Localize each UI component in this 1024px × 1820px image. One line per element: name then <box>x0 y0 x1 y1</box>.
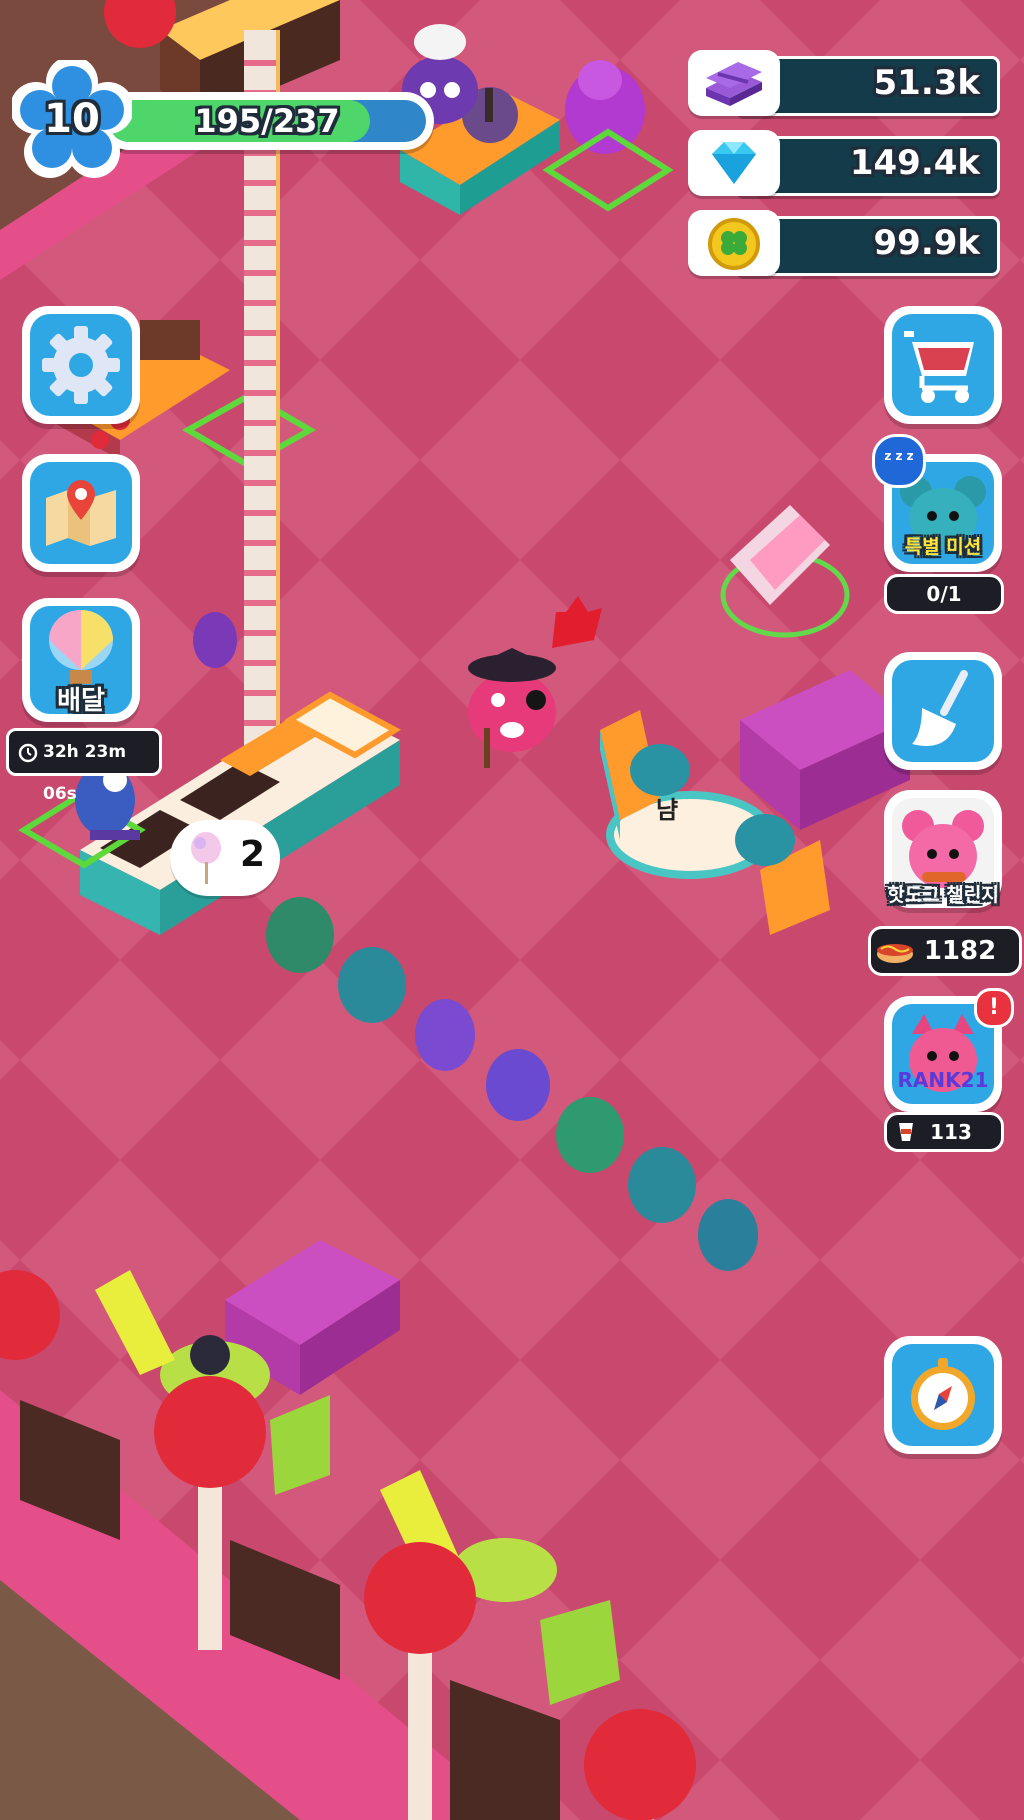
gem-value: 149.4k <box>849 143 980 183</box>
delivery-timer: 32h 23m 06s <box>6 728 162 804</box>
map-pin-icon <box>46 480 116 546</box>
alert-icon: ! <box>988 995 1000 1020</box>
compass-button[interactable] <box>884 1336 1002 1454</box>
broom-icon <box>912 670 968 746</box>
clover-coin-icon <box>708 218 760 270</box>
special-mission-progress: 0/1 <box>884 574 1004 614</box>
xp-text: 195/237 <box>194 102 340 140</box>
cash-counter[interactable]: 51.3k <box>688 50 1000 116</box>
seat-tag: 냠 <box>656 796 679 824</box>
hotdog-counter: 1182 <box>868 926 1022 976</box>
gem-counter[interactable]: 149.4k <box>688 130 1000 196</box>
hotdog-icon <box>877 944 913 963</box>
rank-label: RANK21 <box>897 1068 989 1092</box>
order-count: 2 <box>240 834 266 875</box>
alert-badge: ! <box>974 988 1014 1028</box>
clover-counter[interactable]: 99.9k <box>688 210 1000 276</box>
sleep-icon: z z z <box>884 449 914 463</box>
level-badge: 10 <box>12 60 132 180</box>
rank-counter: 113 <box>884 1112 1004 1152</box>
sleep-badge: z z z <box>872 434 926 488</box>
cash-stack-icon <box>706 62 762 106</box>
level-number: 10 <box>44 96 100 142</box>
special-mission-label: 특별 미션 <box>904 536 982 558</box>
cup-icon <box>899 1123 913 1141</box>
customer-purple-left <box>193 612 237 668</box>
hotdog-count-text: 1182 <box>923 936 997 966</box>
alarm-clock-icon <box>18 743 38 763</box>
hotdog-challenge-label: 핫도그 챌린지 <box>887 884 999 906</box>
delivery-label: 배달 <box>57 686 105 714</box>
clean-button[interactable] <box>884 652 1002 770</box>
map-button[interactable] <box>22 454 140 572</box>
shop-button[interactable] <box>884 306 1002 424</box>
order-bubble: 2 <box>170 820 280 896</box>
cotton-candy-icon <box>191 832 221 884</box>
delivery-timer-text: 32h 23m 06s <box>43 742 127 804</box>
cash-value: 51.3k <box>873 63 981 103</box>
xp-progress-bar: 195/237 <box>100 92 434 150</box>
clover-value: 99.9k <box>873 223 981 263</box>
delivery-button[interactable]: 배달 <box>22 598 140 722</box>
diamond-icon <box>712 142 756 184</box>
shopping-cart-icon <box>904 331 974 403</box>
compass-icon <box>911 1358 975 1430</box>
gear-icon <box>42 326 120 404</box>
settings-button[interactable] <box>22 306 140 424</box>
rank-count-text: 113 <box>930 1120 972 1144</box>
special-mission-progress-text: 0/1 <box>926 582 962 606</box>
